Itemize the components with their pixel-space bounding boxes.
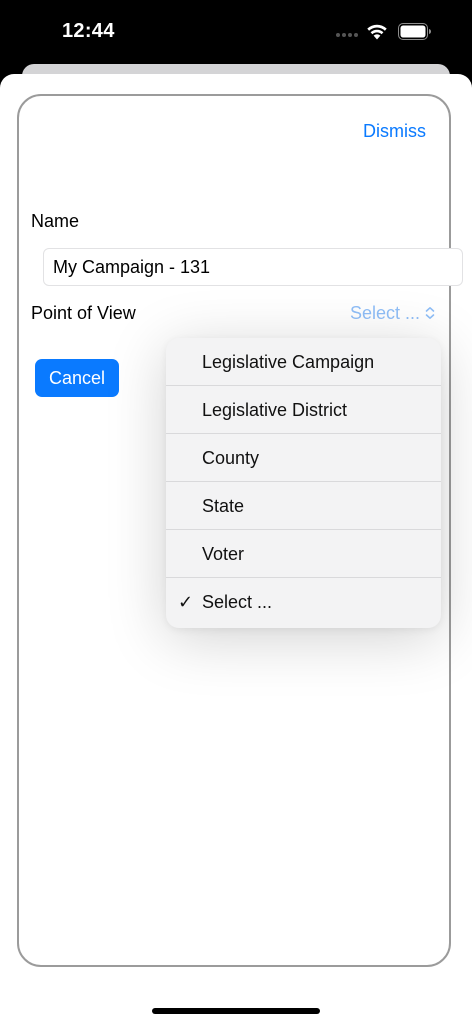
menu-item-label: State: [202, 496, 245, 516]
checkmark-icon: ✓: [178, 592, 194, 612]
menu-item-county[interactable]: County: [166, 434, 441, 482]
point-of-view-picker[interactable]: Select ...: [350, 303, 436, 324]
menu-item-label: Legislative District: [202, 400, 348, 420]
menu-item-legislative-campaign[interactable]: Legislative Campaign: [166, 338, 441, 386]
point-of-view-menu: Legislative Campaign Legislative Distric…: [166, 338, 441, 628]
name-label: Name: [31, 211, 80, 231]
picker-selected-value: Select ...: [350, 303, 421, 323]
chevron-up-down-icon: [425, 307, 435, 319]
menu-item-label: Select ...: [202, 592, 273, 612]
status-bar: 12:44: [0, 0, 472, 64]
signal-dots-icon: [336, 33, 360, 37]
wifi-icon: [367, 24, 387, 40]
name-field[interactable]: [43, 248, 463, 286]
dismiss-button[interactable]: Dismiss: [363, 121, 426, 142]
point-of-view-label: Point of View: [31, 303, 136, 323]
menu-item-legislative-district[interactable]: Legislative District: [166, 386, 441, 434]
menu-item-voter[interactable]: Voter: [166, 530, 441, 578]
status-time: 12:44: [62, 20, 115, 42]
menu-item-label: Voter: [202, 544, 245, 564]
menu-item-state[interactable]: State: [166, 482, 441, 530]
cancel-button[interactable]: Cancel: [35, 359, 119, 397]
menu-item-label: Legislative Campaign: [202, 352, 375, 372]
home-indicator: [152, 1008, 320, 1014]
menu-item-select[interactable]: ✓ Select ...: [166, 578, 441, 626]
modal-sheet: Dismiss Name Point of View Select ... Ca…: [0, 74, 472, 1023]
battery-icon: [398, 23, 431, 40]
menu-item-label: County: [202, 448, 260, 468]
